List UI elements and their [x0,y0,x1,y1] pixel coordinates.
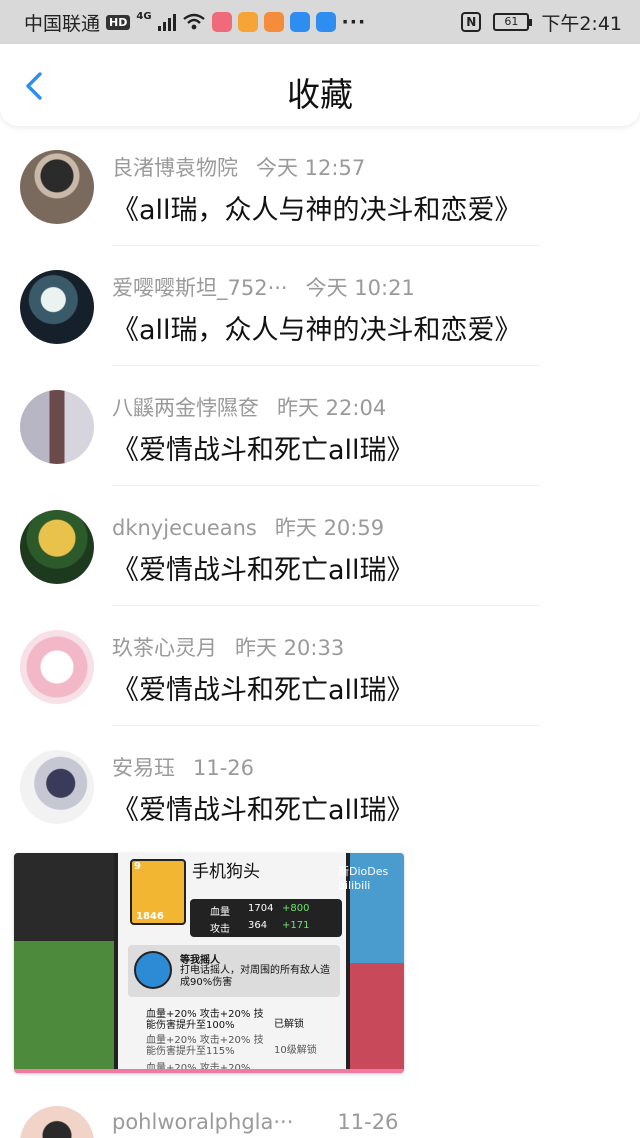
item-title: 《all瑞，众人与神的决斗和恋爱》 [112,195,522,226]
video-left-strip [14,853,114,1073]
favorite-item[interactable]: 八鼷两金悖隰奁 昨天 22:04 《爱情战斗和死亡all瑞》 [0,366,640,486]
media-thumbnail[interactable]: 9 手机狗头 1846 血量 1704 +800 攻击 364 +171 等我摇… [14,853,404,1073]
item-title: 《爱情战斗和死亡all瑞》 [112,555,414,586]
app-icon-search [289,12,310,32]
card-name: 手机狗头 [192,862,260,882]
item-meta: 八鼷两金悖隰奁 昨天 22:04 [112,392,386,422]
status-bar: 中国联通 HD 4G ··· N 61 下午2:41 [0,0,640,44]
item-title: 《all瑞，众人与神的决斗和恋爱》 [112,315,522,346]
avatar [20,630,94,704]
app-icon-video [263,12,284,32]
atk-value: 364 [248,920,268,931]
upgrade-2-state: 10级解锁 [274,1045,317,1056]
author-name: 良渚博袁物院 [112,156,238,180]
timestamp: 昨天 22:04 [277,396,387,420]
hp-label: 血量 [210,907,230,918]
avatar [20,150,94,224]
item-title: 《爱情战斗和死亡all瑞》 [112,435,414,466]
hp-bonus: +800 [282,903,310,914]
favorite-item-partial[interactable]: pohlworalphgla··· 11-26 [0,1078,640,1138]
item-meta: 良渚博袁物院 今天 12:57 [112,152,365,182]
timestamp: 今天 10:21 [305,276,415,300]
header-bar: 收藏 [0,44,640,126]
timestamp: 11-26 [193,756,255,780]
video-progress [14,1069,404,1073]
timestamp: 11-26 [337,1110,399,1134]
skill-name: 等我摇人 [180,955,220,966]
upgrade-2: 血量+20% 攻击+20% 技能伤害提升至115% [146,1035,264,1057]
skill-desc: 打电话摇人，对周围的所有敌人造成90%伤害 [180,965,330,988]
nfc-icon: N [461,12,482,32]
clock: 下午2:41 [541,12,622,35]
page-title: 收藏 [287,75,353,114]
avatar [20,390,94,464]
author-name: 八鼷两金悖隰奁 [112,396,259,420]
author-name: 玖茶心灵月 [112,636,217,660]
favorite-item[interactable]: 良渚博袁物院 今天 12:57 《all瑞，众人与神的决斗和恋爱》 [0,126,640,246]
timestamp: 今天 12:57 [256,156,366,180]
card-coin: 1846 [136,911,164,922]
upgrade-1-state: 已解锁 [274,1019,304,1030]
timestamp: 昨天 20:33 [235,636,345,660]
app-icon-chat [237,12,258,32]
more-notifications-icon: ··· [341,11,367,33]
item-meta: dknyjecueans 昨天 20:59 [112,512,384,542]
status-left: 中国联通 HD 4G ··· [24,9,461,36]
battery-icon: 61 [493,13,533,31]
upgrade-1: 血量+20% 攻击+20% 技能伤害提升至100% [146,1009,264,1031]
app-icon-bulb [315,12,336,32]
avatar [20,750,94,824]
wifi-icon [182,13,205,30]
status-right: N 61 下午2:41 [461,9,622,36]
favorite-item[interactable]: 安易珏 11-26 《爱情战斗和死亡all瑞》 [0,726,640,846]
author-name: pohlworalphgla··· [112,1110,294,1134]
author-name: 爱嘤嘤斯坦_752··· [112,276,288,300]
skill-icon [134,951,172,989]
item-meta: 玖茶心灵月 昨天 20:33 [112,632,344,662]
favorite-item[interactable]: dknyjecueans 昨天 20:59 《爱情战斗和死亡all瑞》 [0,486,640,606]
item-title: 《爱情战斗和死亡all瑞》 [112,795,414,826]
author-name: 安易珏 [112,756,175,780]
video-watermark: 斯DioDes bilibili [338,865,389,892]
carrier-label: 中国联通 [24,12,101,35]
author-name: dknyjecueans [112,516,257,540]
network-type: 4G [136,10,152,22]
item-meta: 安易珏 11-26 [112,752,254,782]
hp-value: 1704 [248,903,274,914]
game-card: 9 手机狗头 1846 血量 1704 +800 攻击 364 +171 等我摇… [114,853,350,1073]
favorite-item[interactable]: 爱嘤嘤斯坦_752··· 今天 10:21 《all瑞，众人与神的决斗和恋爱》 [0,246,640,366]
timestamp: 昨天 20:59 [274,516,385,540]
avatar [20,1106,94,1138]
item-meta: pohlworalphgla··· 11-26 [112,1110,398,1134]
card-level: 9 [134,861,141,872]
avatar [20,270,94,344]
signal-icon [157,13,176,31]
favorite-item[interactable]: 玖茶心灵月 昨天 20:33 《爱情战斗和死亡all瑞》 [0,606,640,726]
avatar [20,510,94,584]
item-meta: 爱嘤嘤斯坦_752··· 今天 10:21 [112,272,415,302]
app-icon-book [211,12,232,32]
hd-badge: HD [106,14,131,30]
favorites-list: 良渚博袁物院 今天 12:57 《all瑞，众人与神的决斗和恋爱》 爱嘤嘤斯坦_7… [0,126,640,846]
atk-bonus: +171 [282,920,310,931]
item-title: 《爱情战斗和死亡all瑞》 [112,675,414,706]
atk-label: 攻击 [210,924,230,935]
